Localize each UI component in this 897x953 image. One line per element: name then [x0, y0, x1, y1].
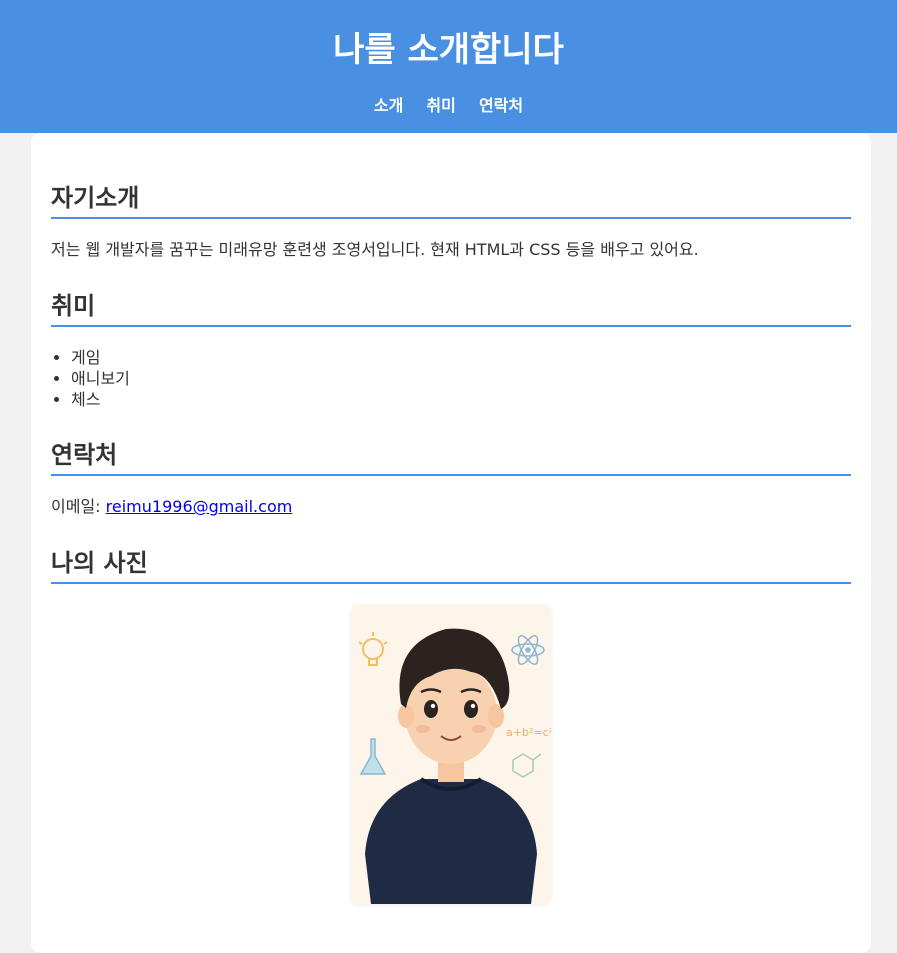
page-title: 나를 소개합니다 [333, 30, 564, 70]
nav-link-intro[interactable]: 소개 [374, 96, 403, 115]
photo-wrapper: a+b²=c² [51, 604, 851, 904]
hobbies-list: 게임 애니보기 체스 [51, 347, 851, 410]
site-header: 나를 소개합니다 소개 취미 연락처 [0, 0, 897, 133]
photo-section: 나의 사진 a+b²=c² [51, 548, 851, 904]
profile-illustration: a+b²=c² [351, 604, 551, 904]
main-nav: 소개 취미 연락처 [0, 92, 897, 116]
content-card: 자기소개 저는 웹 개발자를 꿈꾸는 미래유망 훈련생 조영서입니다. 현재 H… [31, 133, 871, 953]
email-link[interactable]: reimu1996@gmail.com [106, 497, 293, 516]
intro-section: 자기소개 저는 웹 개발자를 꿈꾸는 미래유망 훈련생 조영서입니다. 현재 H… [51, 183, 851, 261]
hobby-item: 애니보기 [71, 368, 851, 389]
nav-link-hobbies[interactable]: 취미 [426, 96, 455, 115]
hobby-item: 게임 [71, 347, 851, 368]
profile-photo: a+b²=c² [351, 604, 551, 904]
hobby-item: 체스 [71, 389, 851, 410]
intro-heading: 자기소개 [51, 183, 851, 219]
email-label: 이메일: [51, 497, 101, 516]
contact-heading: 연락처 [51, 440, 851, 476]
contact-line: 이메일: reimu1996@gmail.com [51, 496, 851, 518]
hobbies-heading: 취미 [51, 291, 851, 327]
contact-section: 연락처 이메일: reimu1996@gmail.com [51, 440, 851, 518]
formula-text: a+b²=c² [506, 726, 551, 739]
intro-text: 저는 웹 개발자를 꿈꾸는 미래유망 훈련생 조영서입니다. 현재 HTML과 … [51, 240, 699, 259]
photo-heading: 나의 사진 [51, 548, 851, 584]
hobbies-section: 취미 게임 애니보기 체스 [51, 291, 851, 410]
nav-link-contact[interactable]: 연락처 [479, 96, 523, 115]
